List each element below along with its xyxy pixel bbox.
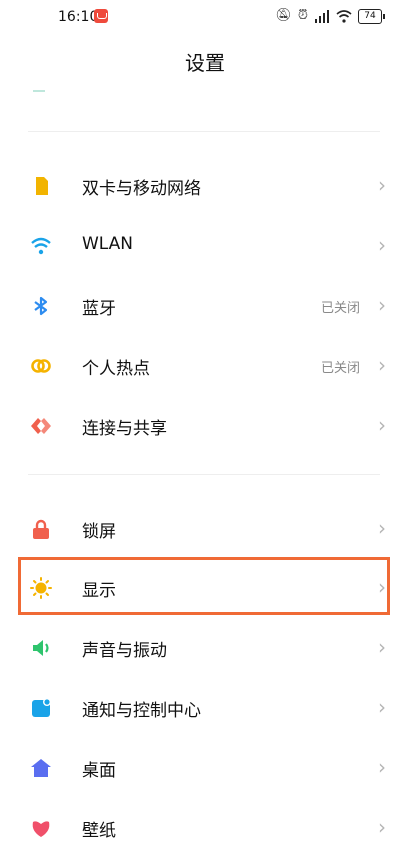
settings-item-bluetooth[interactable]: 蓝牙 已关闭 › xyxy=(0,276,410,336)
chevron-right-icon: › xyxy=(378,413,386,437)
settings-item-sim-network[interactable]: 双卡与移动网络 › xyxy=(0,156,410,216)
battery-icon: 74 xyxy=(358,8,385,24)
section-divider xyxy=(28,131,380,132)
speaker-icon xyxy=(33,640,49,656)
settings-item-label: 声音与振动 xyxy=(82,641,167,661)
chevron-right-icon: › xyxy=(378,755,386,779)
settings-item-hotspot[interactable]: 个人热点 已关闭 › xyxy=(0,336,410,396)
settings-item-home-screen[interactable]: 桌面 › xyxy=(0,738,410,798)
wifi-icon xyxy=(31,237,51,255)
settings-item-label: 壁纸 xyxy=(82,821,116,841)
section-divider xyxy=(28,474,380,475)
settings-item-label: 个人热点 xyxy=(82,359,150,379)
chevron-right-icon: › xyxy=(378,293,386,317)
hotspot-icon xyxy=(31,359,51,373)
silent-icon: 🔕︎ xyxy=(275,8,292,23)
settings-item-wlan[interactable]: WLAN › xyxy=(0,216,410,276)
sim-card-icon xyxy=(36,177,48,195)
settings-item-notifications-control-center[interactable]: 通知与控制中心 › xyxy=(0,678,410,738)
notification-icon xyxy=(32,698,51,717)
settings-item-label: 连接与共享 xyxy=(82,419,167,439)
settings-item-label: 锁屏 xyxy=(82,522,116,542)
scrolled-item-remnant xyxy=(33,90,45,92)
settings-item-status: 已关闭 xyxy=(320,361,360,376)
chevron-right-icon: › xyxy=(378,173,386,197)
share-icon xyxy=(31,418,51,434)
settings-item-lock-screen[interactable]: 锁屏 › xyxy=(0,499,410,559)
settings-item-label: 桌面 xyxy=(82,761,116,781)
chevron-right-icon: › xyxy=(378,695,386,719)
status-time: 16:10 xyxy=(58,9,99,25)
home-icon xyxy=(31,759,51,777)
settings-item-label: 蓝牙 xyxy=(82,299,116,319)
settings-item-status: 已关闭 xyxy=(320,301,360,316)
wallpaper-icon xyxy=(32,821,50,837)
settings-item-connection-sharing[interactable]: 连接与共享 › xyxy=(0,396,410,456)
chevron-right-icon: › xyxy=(378,635,386,659)
status-icons: 🔕︎ ⏰︎ 74 xyxy=(275,8,385,24)
alarm-icon: ⏰︎ xyxy=(297,8,308,23)
status-bar: 16:10 🔕︎ ⏰︎ 74 xyxy=(0,0,410,36)
settings-item-label: 双卡与移动网络 xyxy=(82,179,201,199)
settings-item-sound-vibration[interactable]: 声音与振动 › xyxy=(0,618,410,678)
chevron-right-icon: › xyxy=(378,516,386,540)
settings-item-wallpaper[interactable]: 壁纸 › xyxy=(0,798,410,858)
settings-item-label: 通知与控制中心 xyxy=(82,701,201,721)
chevron-right-icon: › xyxy=(378,233,386,257)
bluetooth-icon xyxy=(34,296,48,316)
app-notification-icon xyxy=(94,9,108,23)
wifi-status-icon xyxy=(336,9,352,23)
highlight-frame xyxy=(18,557,390,615)
lock-icon xyxy=(33,519,49,539)
page-title: 设置 xyxy=(185,51,225,75)
chevron-right-icon: › xyxy=(378,353,386,377)
signal-icon xyxy=(315,9,329,23)
settings-item-label: WLAN xyxy=(82,234,134,254)
chevron-right-icon: › xyxy=(378,815,386,839)
